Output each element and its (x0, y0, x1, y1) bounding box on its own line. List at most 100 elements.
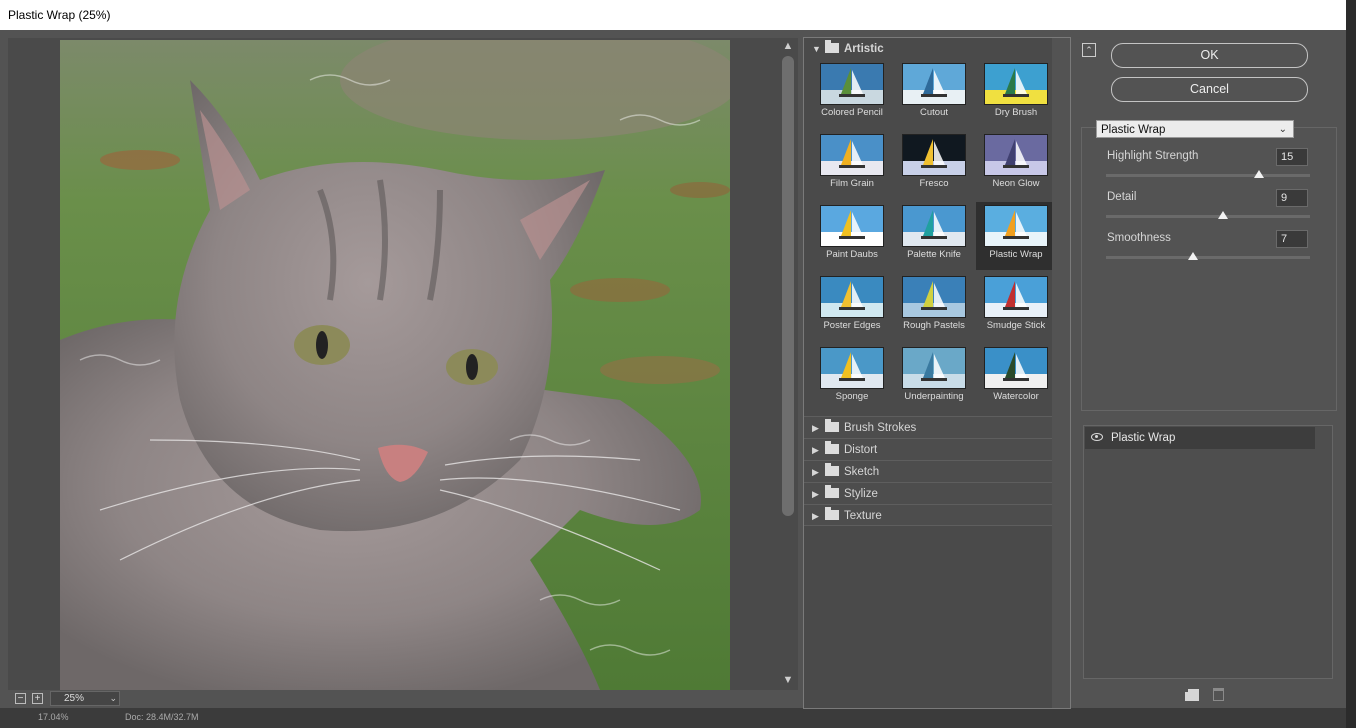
filter-select-value: Plastic Wrap (1101, 124, 1166, 136)
scroll-up-icon[interactable]: ▲ (782, 40, 794, 52)
preview-scrollbar[interactable]: ▲ ▼ (780, 38, 796, 688)
filter-thumbnail-image (984, 205, 1048, 247)
filter-thumbnail-label: Underpainting (904, 391, 964, 402)
filter-thumbnail[interactable]: Colored Pencil (812, 60, 892, 128)
category-label: Brush Strokes (844, 422, 917, 434)
filter-thumbnail-label: Plastic Wrap (989, 249, 1043, 260)
collapse-icon[interactable]: ⌃ (1082, 43, 1096, 57)
filter-thumbnail[interactable]: Poster Edges (812, 273, 892, 341)
filter-thumbnail-image (984, 347, 1048, 389)
trash-icon[interactable] (1213, 688, 1224, 701)
filter-thumbnail[interactable]: Paint Daubs (812, 202, 892, 270)
zoom-in-button[interactable]: + (32, 693, 43, 704)
gallery-scrollbar[interactable] (1052, 38, 1070, 708)
filter-thumbnail[interactable]: Smudge Stick (976, 273, 1056, 341)
filter-thumbnail[interactable]: Underpainting (894, 344, 974, 412)
smoothness-input[interactable]: 7 (1276, 230, 1308, 248)
filter-thumbnail-label: Poster Edges (823, 320, 881, 331)
eye-icon[interactable] (1091, 433, 1103, 441)
filter-thumbnail-image (984, 134, 1048, 176)
filter-thumbnail[interactable]: Palette Knife (894, 202, 974, 270)
filter-thumbnail-label: Dry Brush (994, 107, 1038, 118)
category-label: Texture (844, 510, 882, 522)
filter-thumbnail-label: Cutout (920, 107, 948, 118)
cancel-button[interactable]: Cancel (1111, 77, 1308, 102)
cat-photo (60, 40, 730, 690)
filter-thumbnail-label: Sponge (835, 391, 869, 402)
filter-thumbnail-image (820, 347, 884, 389)
filter-thumbnail[interactable]: Plastic Wrap (976, 202, 1056, 270)
filter-thumbnail-image (902, 276, 966, 318)
filter-thumbnail-image (820, 63, 884, 105)
zoom-bar: − + 25% ⌄ (8, 690, 798, 708)
preview-image[interactable] (60, 40, 730, 690)
filter-thumbnail[interactable]: Watercolor (976, 344, 1056, 412)
chevron-down-icon: ⌄ (109, 693, 117, 703)
filter-thumbnail-image (820, 134, 884, 176)
window-title: Plastic Wrap (25%) (0, 0, 1346, 30)
filter-thumbnail-label: Rough Pastels (903, 320, 965, 331)
filter-thumbnail-image (902, 347, 966, 389)
folder-icon (825, 441, 839, 454)
filter-thumbnail-image (984, 63, 1048, 105)
category-distort[interactable]: ▶ Distort (804, 438, 1052, 460)
filter-thumbnail-image (820, 205, 884, 247)
scroll-down-icon[interactable]: ▼ (782, 674, 794, 686)
triangle-right-icon: ▶ (812, 423, 819, 433)
filter-thumbnail-image (984, 276, 1048, 318)
filter-thumbnail[interactable]: Cutout (894, 60, 974, 128)
highlight-strength-input[interactable]: 15 (1276, 148, 1308, 166)
smoothness-label: Smoothness (1107, 232, 1171, 244)
folder-icon (825, 507, 839, 520)
effect-layers-list: Plastic Wrap (1083, 425, 1333, 679)
detail-slider-thumb[interactable] (1217, 211, 1228, 219)
status-zoom: 17.04% (38, 712, 69, 722)
filter-thumbnail-label: Film Grain (830, 178, 874, 189)
filter-select[interactable]: Plastic Wrap ⌄ (1096, 120, 1294, 138)
status-bar: 17.04% Doc: 28.4M/32.7M (0, 708, 1346, 728)
category-brush-strokes[interactable]: ▶ Brush Strokes (804, 416, 1052, 438)
category-label: Sketch (844, 466, 880, 478)
category-label: Stylize (844, 488, 878, 500)
ok-button[interactable]: OK (1111, 43, 1308, 68)
filter-thumbnail-label: Palette Knife (907, 249, 961, 260)
filter-thumbnail-label: Smudge Stick (986, 320, 1046, 331)
zoom-select[interactable]: 25% ⌄ (50, 691, 120, 706)
filter-thumbnail[interactable]: Fresco (894, 131, 974, 199)
chevron-down-icon: ⌄ (1278, 124, 1287, 135)
category-label: Distort (844, 444, 878, 456)
filter-thumbnail[interactable]: Neon Glow (976, 131, 1056, 199)
highlight-strength-slider-thumb[interactable] (1254, 170, 1264, 178)
category-texture[interactable]: ▶ Texture (804, 504, 1052, 526)
filter-thumbnail-label: Colored Pencil (821, 107, 883, 118)
smoothness-slider-thumb[interactable] (1188, 252, 1199, 260)
detail-slider[interactable] (1106, 215, 1310, 218)
scroll-thumb[interactable] (782, 56, 794, 516)
filter-thumbnail-label: Neon Glow (992, 178, 1040, 189)
category-sketch[interactable]: ▶ Sketch (804, 460, 1052, 482)
zoom-out-button[interactable]: − (15, 693, 26, 704)
filter-thumbnail-image (902, 63, 966, 105)
filter-thumbnail-label: Fresco (919, 178, 949, 189)
settings-panel: ⌃ OK Cancel Plastic Wrap ⌄ Highlight Str… (1080, 37, 1338, 709)
smoothness-slider[interactable] (1106, 256, 1310, 259)
new-layer-icon[interactable] (1185, 689, 1199, 701)
effect-layer-row[interactable]: Plastic Wrap (1085, 427, 1315, 449)
folder-icon (825, 40, 839, 53)
status-doc: Doc: 28.4M/32.7M (125, 712, 199, 722)
triangle-down-icon: ▼ (812, 44, 821, 54)
preview-area: ▲ ▼ (8, 38, 798, 690)
filter-thumbnail[interactable]: Film Grain (812, 131, 892, 199)
app-edge (1346, 0, 1356, 728)
filter-thumbnail-image (902, 134, 966, 176)
category-stylize[interactable]: ▶ Stylize (804, 482, 1052, 504)
highlight-strength-slider[interactable] (1106, 174, 1310, 177)
highlight-strength-label: Highlight Strength (1107, 150, 1199, 162)
filter-thumbnail[interactable]: Sponge (812, 344, 892, 412)
detail-input[interactable]: 9 (1276, 189, 1308, 207)
category-artistic[interactable]: ▼ Artistic (804, 38, 1052, 60)
filter-thumbnail[interactable]: Dry Brush (976, 60, 1056, 128)
filter-thumbnail-image (820, 276, 884, 318)
zoom-value: 25% (64, 693, 85, 704)
filter-thumbnail[interactable]: Rough Pastels (894, 273, 974, 341)
